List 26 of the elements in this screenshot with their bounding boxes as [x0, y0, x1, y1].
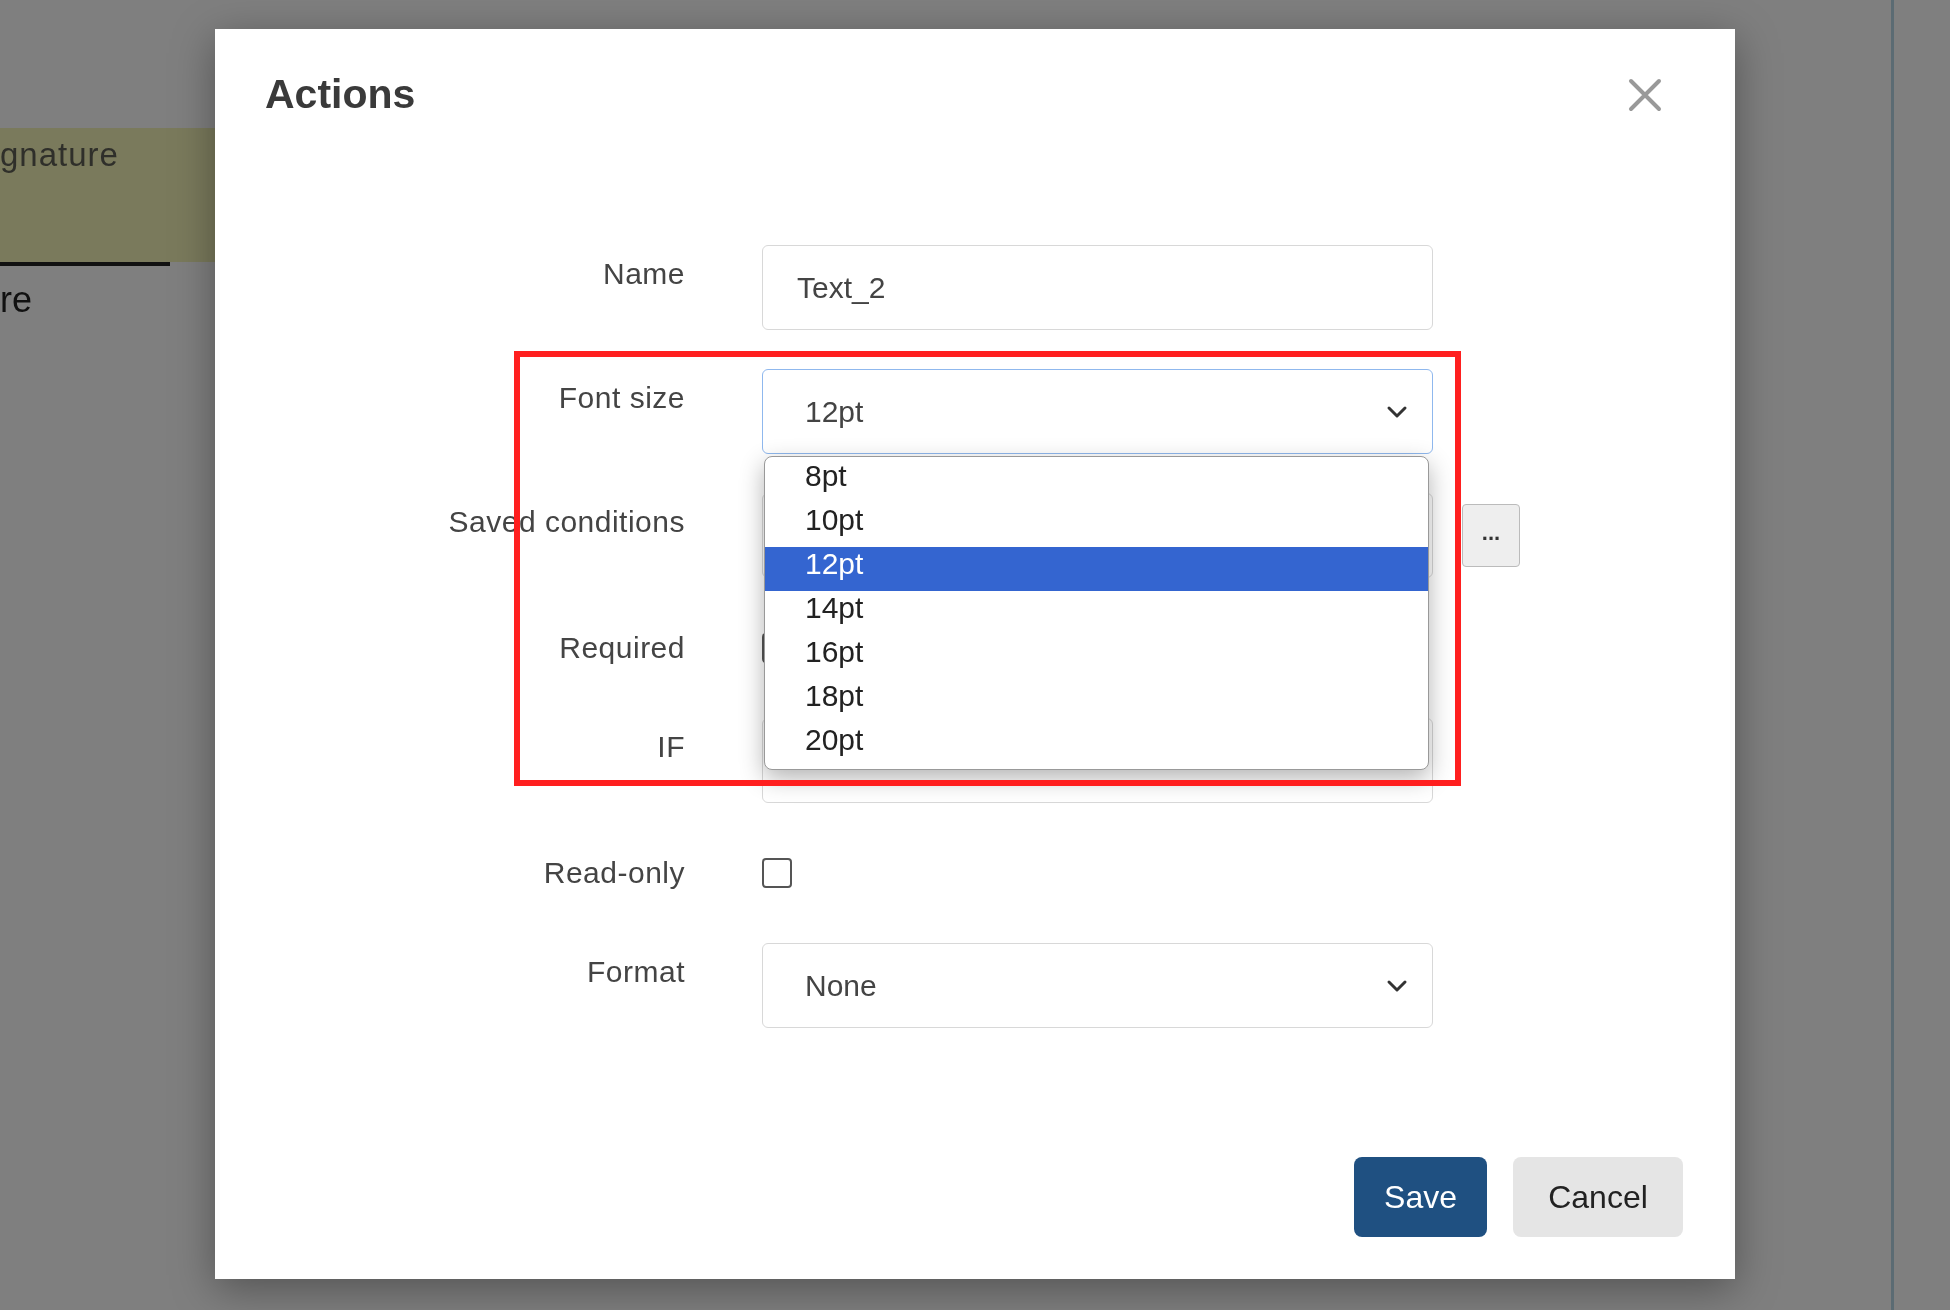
checkbox[interactable]	[762, 858, 792, 888]
field-label: IF	[657, 729, 685, 765]
dialog-title: Actions	[265, 71, 416, 118]
select-field[interactable]: None	[762, 943, 1433, 1028]
dropdown-option[interactable]: 8pt	[765, 459, 1428, 503]
more-button[interactable]: ...	[1462, 504, 1520, 567]
dropdown-option[interactable]: 10pt	[765, 503, 1428, 547]
chevron-down-icon	[1386, 404, 1408, 419]
document-text: re	[0, 278, 32, 322]
save-button[interactable]: Save	[1354, 1157, 1487, 1237]
name-input[interactable]: Text_2	[762, 245, 1433, 330]
close-icon[interactable]	[1627, 76, 1663, 113]
dropdown-option[interactable]: 12pt	[765, 547, 1428, 591]
field-label: Read-only	[543, 856, 685, 890]
dropdown-option[interactable]: 14pt	[765, 591, 1428, 635]
dropdown-option[interactable]: 20pt	[765, 723, 1428, 767]
cancel-button[interactable]: Cancel	[1513, 1157, 1683, 1237]
signature-field-label: gnature	[0, 128, 215, 262]
field-label: Format	[587, 954, 685, 990]
field-label: Font size	[558, 380, 685, 416]
select-field[interactable]: 12pt	[762, 369, 1433, 454]
dropdown-option[interactable]: 18pt	[765, 679, 1428, 723]
chevron-down-icon	[1386, 978, 1408, 993]
field-label: Name	[602, 256, 685, 292]
field-label: Required	[559, 631, 685, 665]
dropdown-option[interactable]: 16pt	[765, 635, 1428, 679]
